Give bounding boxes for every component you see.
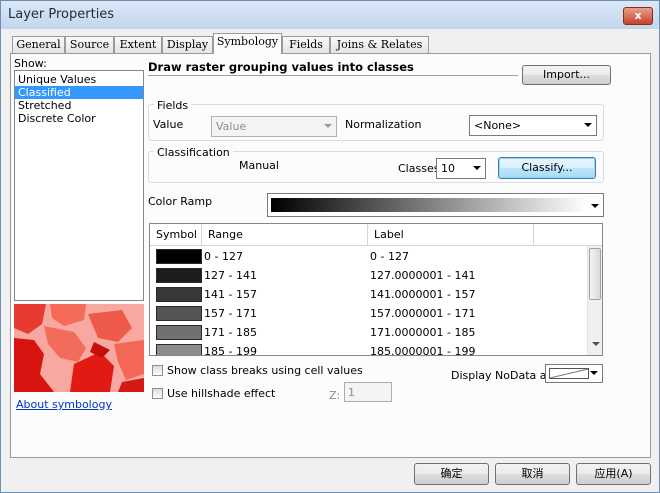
table-row[interactable]: 157 - 171 157.0000001 - 171 [150, 304, 585, 323]
label-cell[interactable]: 185.0000001 - 199 [370, 345, 475, 355]
label-cell[interactable]: 141.0000001 - 157 [370, 288, 475, 301]
window-title: Layer Properties [8, 7, 115, 22]
show-label: Show: [14, 57, 47, 70]
chevron-down-icon [322, 119, 334, 133]
chevron-down-icon [582, 118, 594, 132]
range-cell[interactable]: 127 - 141 [204, 269, 257, 282]
classification-group-label: Classification [154, 146, 233, 159]
classes-label: Classes [398, 162, 440, 175]
z-label: Z: [329, 389, 341, 402]
color-ramp-label: Color Ramp [148, 195, 213, 208]
apply-button[interactable]: 应用(A) [576, 463, 651, 485]
symbol-swatch[interactable] [156, 325, 202, 340]
symbol-swatch[interactable] [156, 287, 202, 302]
list-item-discrete-color[interactable]: Discrete Color [15, 112, 143, 125]
list-item-unique-values[interactable]: Unique Values [15, 73, 143, 86]
tab-extent[interactable]: Extent [114, 36, 162, 53]
page-heading: Draw raster grouping values into classes [148, 60, 414, 74]
normalization-selected: <None> [474, 119, 522, 132]
classify-button[interactable]: Classify... [498, 157, 596, 179]
scroll-down-arrow-icon[interactable] [592, 342, 600, 346]
range-cell[interactable]: 141 - 157 [204, 288, 257, 301]
tab-display[interactable]: Display [162, 36, 213, 53]
table-row[interactable]: 141 - 157 141.0000001 - 157 [150, 285, 585, 304]
ok-button[interactable]: 确定 [414, 463, 489, 485]
column-header-symbol[interactable]: Symbol [150, 224, 202, 245]
range-cell[interactable]: 157 - 171 [204, 307, 257, 320]
chevron-down-icon [589, 199, 601, 213]
value-field-selected: Value [216, 120, 247, 133]
chevron-down-icon [471, 161, 483, 175]
column-header-label[interactable]: Label [368, 224, 534, 245]
range-cell[interactable]: 0 - 127 [204, 250, 243, 263]
z-factor-input: 1 [344, 382, 392, 402]
tab-fields[interactable]: Fields [282, 36, 330, 53]
tab-general[interactable]: General [12, 36, 65, 53]
heading-divider [148, 75, 518, 76]
tab-joins-relates[interactable]: Joins & Relates [330, 36, 429, 53]
table-row[interactable]: 171 - 185 171.0000001 - 185 [150, 323, 585, 342]
label-cell[interactable]: 127.0000001 - 141 [370, 269, 475, 282]
symbology-page: Show: Unique Values Classified Stretched… [10, 53, 651, 458]
hillshade-label: Use hillshade effect [167, 387, 276, 400]
symbology-preview-image [14, 304, 144, 392]
label-cell[interactable]: 157.0000001 - 171 [370, 307, 475, 320]
range-cell[interactable]: 185 - 199 [204, 345, 257, 355]
table-header: Symbol Range Label [150, 224, 602, 246]
symbol-swatch[interactable] [156, 344, 202, 355]
hillshade-checkbox[interactable] [152, 388, 163, 399]
table-row[interactable]: 127 - 141 127.0000001 - 141 [150, 266, 585, 285]
scrollbar-thumb[interactable] [589, 248, 601, 300]
fields-group-label: Fields [154, 99, 192, 112]
class-table[interactable]: Symbol Range Label 0 - 127 0 - 127 127 - 1… [149, 223, 603, 356]
symbol-swatch[interactable] [156, 268, 202, 283]
show-class-breaks-label: Show class breaks using cell values [167, 364, 363, 377]
symbol-swatch[interactable] [156, 249, 202, 264]
tab-symbology[interactable]: Symbology [213, 33, 282, 54]
cancel-button[interactable]: 取消 [495, 463, 570, 485]
nodata-color-swatch-icon [549, 368, 589, 379]
symbol-swatch[interactable] [156, 306, 202, 321]
list-item-stretched[interactable]: Stretched [15, 99, 143, 112]
classification-method: Manual [239, 159, 279, 172]
show-class-breaks-checkbox[interactable] [152, 365, 163, 376]
chevron-down-icon [588, 366, 600, 380]
tab-source[interactable]: Source [65, 36, 114, 53]
table-row[interactable]: 185 - 199 185.0000001 - 199 [150, 342, 585, 355]
color-ramp-dropdown[interactable] [267, 193, 604, 217]
column-header-range[interactable]: Range [202, 224, 368, 245]
classes-selected: 10 [441, 162, 455, 175]
label-cell[interactable]: 171.0000001 - 185 [370, 326, 475, 339]
nodata-color-dropdown[interactable] [545, 364, 603, 383]
list-item-classified[interactable]: Classified [15, 86, 143, 99]
value-field-dropdown: Value [211, 116, 337, 137]
title-bar: Layer Properties x [1, 1, 659, 29]
nodata-label: Display NoData as [451, 369, 553, 382]
import-button[interactable]: Import... [522, 65, 611, 85]
color-ramp-preview [271, 198, 587, 212]
layer-properties-dialog: Layer Properties x General Source Extent… [0, 0, 660, 493]
vertical-scrollbar[interactable] [587, 246, 602, 355]
z-factor-value: 1 [348, 386, 355, 399]
table-row[interactable]: 0 - 127 0 - 127 [150, 247, 585, 266]
table-body: 0 - 127 0 - 127 127 - 141 127.0000001 - 141… [150, 247, 585, 355]
normalization-label: Normalization [345, 118, 422, 131]
classes-dropdown[interactable]: 10 [436, 158, 486, 179]
label-cell[interactable]: 0 - 127 [370, 250, 409, 263]
normalization-dropdown[interactable]: <None> [469, 115, 597, 136]
about-symbology-link[interactable]: About symbology [16, 398, 112, 411]
close-button[interactable]: x [623, 7, 653, 25]
value-label: Value [153, 118, 184, 131]
range-cell[interactable]: 171 - 185 [204, 326, 257, 339]
show-list[interactable]: Unique Values Classified Stretched Discr… [14, 70, 144, 301]
